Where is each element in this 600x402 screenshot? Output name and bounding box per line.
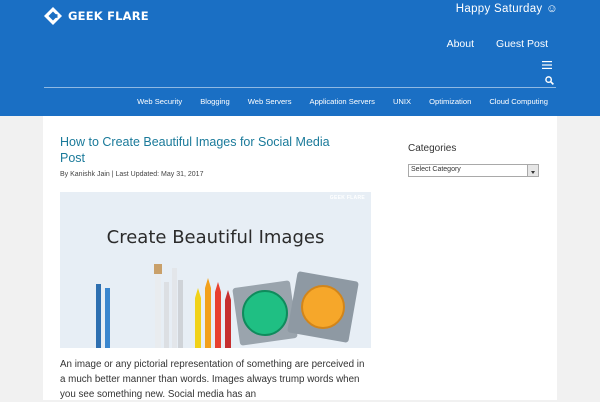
guest-post-link[interactable]: Guest Post — [496, 38, 548, 50]
nav-optimization[interactable]: Optimization — [429, 97, 471, 106]
article-byline: By Kanishk Jain | Last Updated: May 31, … — [60, 171, 204, 178]
nav-web-servers[interactable]: Web Servers — [248, 97, 292, 106]
nav-web-security[interactable]: Web Security — [137, 97, 182, 106]
hamburger-icon[interactable] — [542, 61, 552, 69]
categories-heading: Categories — [408, 143, 457, 154]
nav-unix[interactable]: UNIX — [393, 97, 411, 106]
nav-application-servers[interactable]: Application Servers — [310, 97, 375, 106]
hero-brand-watermark: GEEK FLARE — [329, 195, 365, 201]
search-icon[interactable] — [545, 76, 554, 85]
hero-headline: Create Beautiful Images — [106, 227, 325, 248]
category-nav: Web Security Blogging Web Servers Applic… — [137, 97, 548, 106]
art-supplies-illustration — [96, 264, 359, 348]
brand-name: GEEK FLARE — [68, 9, 149, 23]
top-links: About Guest Post — [447, 38, 548, 50]
content-panel: How to Create Beautiful Images for Socia… — [43, 116, 557, 400]
site-header: GEEK FLARE Happy Saturday ☺ About Guest … — [0, 0, 600, 116]
header-divider — [44, 87, 556, 88]
greeting-text: Happy Saturday ☺ — [455, 3, 558, 15]
category-select-value: Select Category — [411, 166, 461, 173]
about-link[interactable]: About — [447, 38, 474, 50]
article-excerpt: An image or any pictorial representation… — [60, 359, 365, 400]
category-select[interactable]: Select Category — [408, 164, 539, 177]
chevron-down-icon[interactable] — [527, 165, 538, 176]
article-title[interactable]: How to Create Beautiful Images for Socia… — [60, 135, 350, 166]
featured-image[interactable]: GEEK FLARE Create Beautiful Images — [60, 192, 371, 348]
nav-blogging[interactable]: Blogging — [200, 97, 230, 106]
nav-cloud-computing[interactable]: Cloud Computing — [489, 97, 548, 106]
geekflare-logo-icon — [44, 7, 62, 25]
site-logo[interactable]: GEEK FLARE — [44, 7, 149, 25]
